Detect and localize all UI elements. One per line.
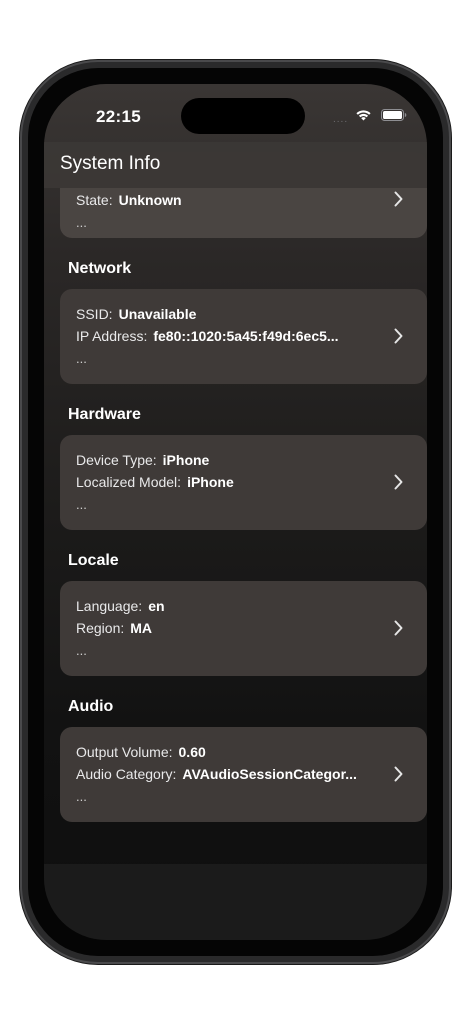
device-type-row: Device Type: iPhone [76, 452, 209, 468]
audio-category-value: AVAudioSessionCategor... [182, 766, 357, 782]
ssid-label: SSID: [76, 306, 113, 322]
card-more: ... [76, 215, 87, 230]
ssid-value: Unavailable [118, 306, 197, 322]
card-hardware[interactable]: Device Type: iPhone Localized Model: iPhon… [60, 435, 427, 530]
output-volume-label: Output Volume: [76, 744, 173, 760]
ssid-row: SSID: Unavailable [76, 306, 196, 322]
card-network[interactable]: SSID: Unavailable IP Address: fe80::1020:5… [60, 289, 427, 384]
region-row: Region: MA [76, 620, 152, 636]
section-header-hardware: Hardware [68, 406, 141, 423]
bottom-area [44, 864, 427, 940]
ip-label: IP Address: [76, 328, 148, 344]
chevron-right-icon [394, 328, 403, 344]
card-more: ... [76, 497, 87, 512]
state-label: State: [76, 192, 113, 208]
section-header-locale: Locale [68, 552, 119, 569]
chevron-right-icon [394, 766, 403, 782]
card-locale[interactable]: Language: en Region: MA ... [60, 581, 427, 676]
ip-value: fe80::1020:5a45:f49d:6ec5... [153, 328, 339, 344]
dynamic-island [181, 98, 305, 134]
localized-model-value: iPhone [187, 474, 234, 490]
audio-category-label: Audio Category: [76, 766, 177, 782]
localized-model-row: Localized Model: iPhone [76, 474, 234, 490]
chevron-right-icon [394, 620, 403, 636]
chevron-right-icon [394, 191, 403, 207]
status-bar: 22:15 .... [44, 84, 427, 142]
scroll-content[interactable]: State: Unknown ... Network SSID: Unavailab… [44, 84, 427, 940]
screen: State: Unknown ... Network SSID: Unavailab… [44, 84, 427, 940]
state-row: State: Unknown [76, 192, 182, 208]
phone-frame: State: Unknown ... Network SSID: Unavailab… [20, 60, 451, 964]
region-value: MA [130, 620, 153, 636]
card-more: ... [76, 643, 87, 658]
language-value: en [148, 598, 165, 614]
audio-category-row: Audio Category: AVAudioSessionCategor... [76, 766, 357, 782]
section-header-network: Network [68, 260, 132, 277]
language-row: Language: en [76, 598, 165, 614]
chevron-right-icon [394, 474, 403, 490]
localized-model-label: Localized Model: [76, 474, 182, 490]
region-label: Region: [76, 620, 125, 636]
card-more: ... [76, 789, 87, 804]
ip-row: IP Address: fe80::1020:5a45:f49d:6ec5... [76, 328, 339, 344]
state-value: Unknown [118, 192, 182, 208]
cellular-signal-icon: .... [333, 114, 349, 125]
phone-bezel: State: Unknown ... Network SSID: Unavailab… [28, 68, 443, 956]
card-audio[interactable]: Output Volume: 0.60 Audio Category: AVAudi… [60, 727, 427, 822]
navigation-bar: System Info [44, 142, 427, 188]
page-title: System Info [60, 153, 161, 174]
output-volume-row: Output Volume: 0.60 [76, 744, 206, 760]
card-more: ... [76, 351, 87, 366]
wifi-icon [356, 110, 371, 121]
status-time: 22:15 [96, 107, 141, 126]
device-type-label: Device Type: [76, 452, 157, 468]
output-volume-value: 0.60 [178, 744, 206, 760]
device-type-value: iPhone [162, 452, 210, 468]
section-header-audio: Audio [68, 698, 114, 715]
battery-icon [381, 109, 407, 121]
language-label: Language: [76, 598, 143, 614]
